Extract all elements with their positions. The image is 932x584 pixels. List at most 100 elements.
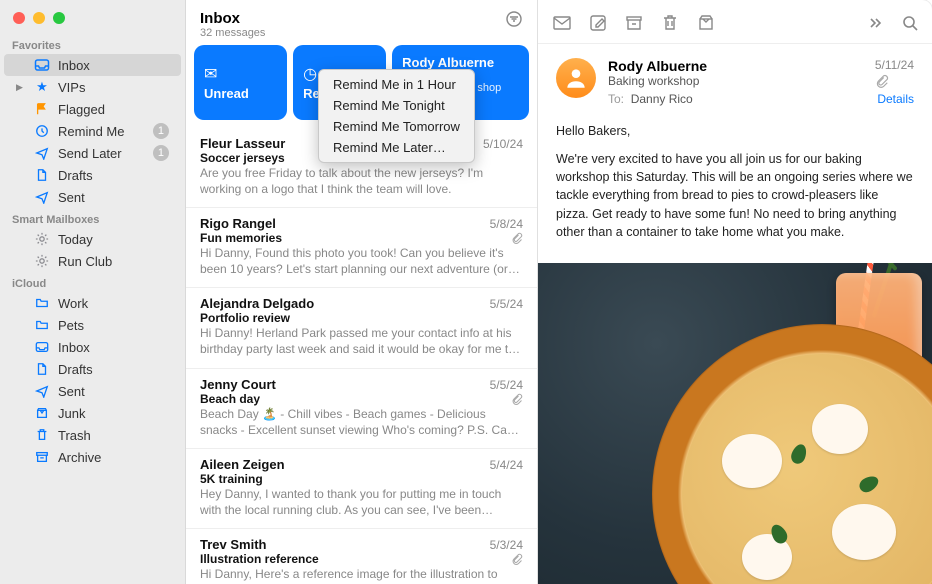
subject: Portfolio review <box>200 311 523 325</box>
document-icon <box>34 167 50 183</box>
sidebar-item-inbox-icloud[interactable]: Inbox <box>4 336 181 358</box>
junk-icon <box>34 405 50 421</box>
date: 5/3/24 <box>490 538 523 552</box>
attachment-icon <box>875 74 914 88</box>
sidebar-item-inbox[interactable]: Inbox <box>4 54 181 76</box>
envelope-icon: ✉︎ <box>204 64 277 84</box>
message-row[interactable]: Aileen Zeigen5/4/245K trainingHey Danny,… <box>186 449 537 529</box>
menu-remind-1hour[interactable]: Remind Me in 1 Hour <box>319 74 474 95</box>
date: 5/8/24 <box>490 217 523 231</box>
preview: Are you free Friday to talk about the ne… <box>200 165 523 197</box>
sender: Alejandra Delgado <box>200 296 490 311</box>
attached-image <box>538 263 932 584</box>
date: 5/10/24 <box>483 137 523 151</box>
attachment-icon <box>511 232 523 244</box>
trash-icon[interactable] <box>660 13 678 31</box>
archive-icon[interactable] <box>624 13 642 31</box>
section-icloud: iCloud <box>0 272 185 292</box>
sender: Trev Smith <box>200 537 490 552</box>
junk-icon[interactable] <box>696 13 714 31</box>
remind-context-menu: Remind Me in 1 Hour Remind Me Tonight Re… <box>318 69 475 163</box>
clock-icon <box>34 123 50 139</box>
preview: Beach Day 🏝️ - Chill vibes - Beach games… <box>200 406 523 438</box>
sidebar-item-send-later[interactable]: Send Later 1 <box>4 142 181 164</box>
details-link[interactable]: Details <box>875 92 914 106</box>
fullscreen-window-button[interactable] <box>53 12 65 24</box>
section-smart: Smart Mailboxes <box>0 208 185 228</box>
paperplane-icon <box>34 383 50 399</box>
document-icon <box>34 361 50 377</box>
sidebar: Favorites Inbox ▶ ★ VIPs Flagged Remind … <box>0 0 186 584</box>
menu-remind-later[interactable]: Remind Me Later… <box>319 137 474 158</box>
preview: Hi Danny, Found this photo you took! Can… <box>200 245 523 277</box>
message-row[interactable]: Jenny Court5/5/24Beach dayBeach Day 🏝️ -… <box>186 369 537 449</box>
sidebar-item-vips[interactable]: ▶ ★ VIPs <box>4 76 181 98</box>
envelope-icon[interactable] <box>552 13 570 31</box>
attachment-icon <box>511 393 523 405</box>
send-later-icon <box>34 145 50 161</box>
message-list: Fleur Lasseur5/10/24Soccer jerseysAre yo… <box>186 128 537 584</box>
date: 5/4/24 <box>490 458 523 472</box>
chevron-right-icon[interactable]: ▶ <box>16 82 26 93</box>
sidebar-item-drafts[interactable]: Drafts <box>4 164 181 186</box>
top-cards-row: ✉︎ Unread ◷ Remind Rody Albuerne shop We… <box>186 45 537 128</box>
message-row[interactable]: Trev Smith5/3/24Illustration referenceHi… <box>186 529 537 584</box>
subject: Fun memories <box>200 231 523 245</box>
menu-remind-tomorrow[interactable]: Remind Me Tomorrow <box>319 116 474 137</box>
reader-toolbar <box>538 0 932 44</box>
sidebar-item-pets[interactable]: Pets <box>4 314 181 336</box>
sender: Jenny Court <box>200 377 490 392</box>
preview: Hi Danny, Here's a reference image for t… <box>200 566 523 584</box>
message-count: 32 messages <box>200 27 265 39</box>
inbox-icon <box>34 57 50 73</box>
subject: Beach day <box>200 392 523 406</box>
message-date: 5/11/24 <box>875 58 914 72</box>
card-unread[interactable]: ✉︎ Unread <box>194 45 287 120</box>
to-line: To: Danny Rico <box>608 92 863 106</box>
subject-line: Baking workshop <box>608 74 863 88</box>
sidebar-item-run-club[interactable]: Run Club <box>4 250 181 272</box>
badge: 1 <box>153 123 169 139</box>
date: 5/5/24 <box>490 378 523 392</box>
message-header: Rody Albuerne Baking workshop To: Danny … <box>538 44 932 116</box>
window-controls <box>0 0 185 34</box>
gear-icon <box>34 231 50 247</box>
sidebar-item-junk[interactable]: Junk <box>4 402 181 424</box>
message-row[interactable]: Rigo Rangel5/8/24Fun memoriesHi Danny, F… <box>186 208 537 288</box>
message-row[interactable]: Alejandra Delgado5/5/24Portfolio reviewH… <box>186 288 537 368</box>
minimize-window-button[interactable] <box>33 12 45 24</box>
archive-icon <box>34 449 50 465</box>
avatar <box>556 58 596 98</box>
to-name: Danny Rico <box>631 92 693 106</box>
close-window-button[interactable] <box>13 12 25 24</box>
list-header: Inbox 32 messages <box>186 0 537 45</box>
sender: Rigo Rangel <box>200 216 490 231</box>
flag-icon <box>34 101 50 117</box>
folder-icon <box>34 317 50 333</box>
search-icon[interactable] <box>900 13 918 31</box>
folder-icon <box>34 295 50 311</box>
reader-pane: Rody Albuerne Baking workshop To: Danny … <box>538 0 932 584</box>
sidebar-item-sent-icloud[interactable]: Sent <box>4 380 181 402</box>
sidebar-item-sent[interactable]: Sent <box>4 186 181 208</box>
filter-button[interactable] <box>505 10 523 28</box>
sidebar-item-drafts-icloud[interactable]: Drafts <box>4 358 181 380</box>
body-paragraph: We're very excited to have you all join … <box>556 150 914 241</box>
subject: Illustration reference <box>200 552 523 566</box>
subject: 5K training <box>200 472 523 486</box>
menu-remind-tonight[interactable]: Remind Me Tonight <box>319 95 474 116</box>
body-greeting: Hello Bakers, <box>556 122 914 140</box>
sidebar-item-archive[interactable]: Archive <box>4 446 181 468</box>
more-icon[interactable] <box>864 13 882 31</box>
sidebar-item-today[interactable]: Today <box>4 228 181 250</box>
date: 5/5/24 <box>490 297 523 311</box>
compose-icon[interactable] <box>588 13 606 31</box>
inbox-icon <box>34 339 50 355</box>
attachment-icon <box>511 553 523 565</box>
sidebar-item-work[interactable]: Work <box>4 292 181 314</box>
sidebar-item-trash[interactable]: Trash <box>4 424 181 446</box>
sidebar-item-remind-me[interactable]: Remind Me 1 <box>4 120 181 142</box>
sidebar-item-flagged[interactable]: Flagged <box>4 98 181 120</box>
paperplane-icon <box>34 189 50 205</box>
from-name: Rody Albuerne <box>608 58 863 74</box>
